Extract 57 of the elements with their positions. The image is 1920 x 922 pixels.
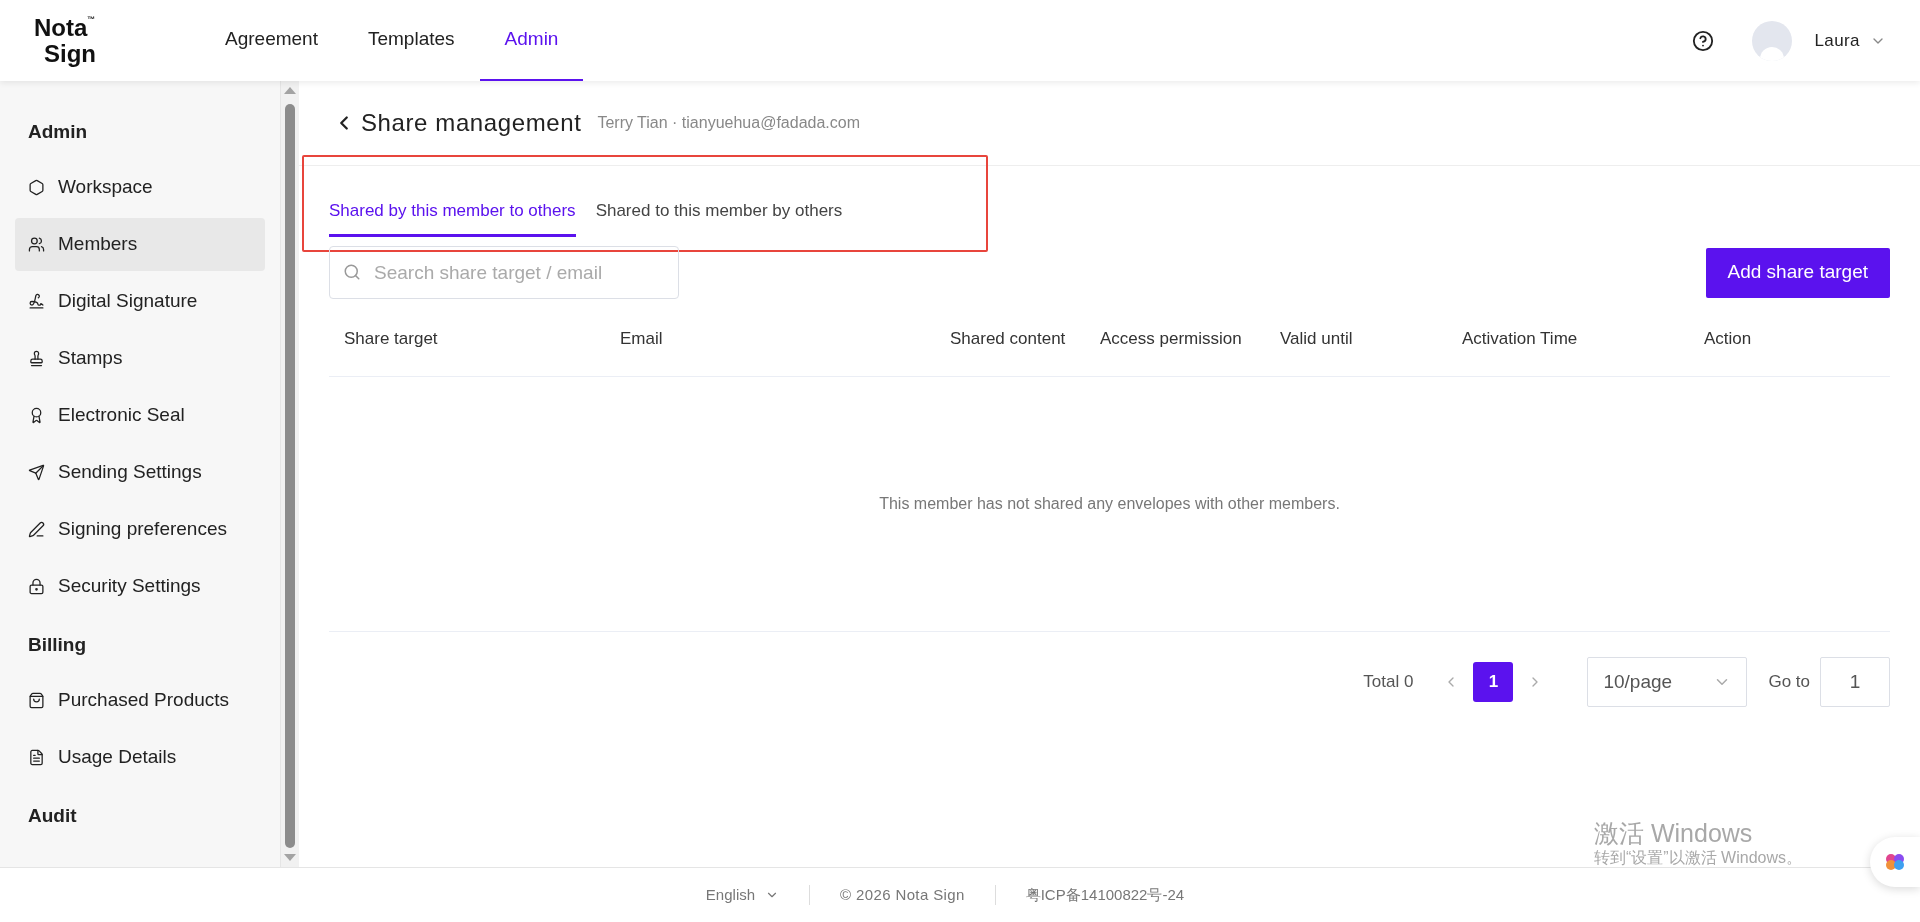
section-title: Billing: [27, 633, 88, 658]
page-subtitle: Terry Tian · tianyuehua@fadada.com: [597, 113, 860, 133]
paper-plane-icon: [28, 464, 45, 481]
help-icon[interactable]: [1692, 29, 1715, 52]
column-header: Share target: [344, 327, 439, 350]
document-icon: [28, 749, 45, 766]
add-share-target-button[interactable]: Add share target: [1705, 247, 1890, 298]
assistant-button[interactable]: [1870, 837, 1920, 887]
tab[interactable]: Shared to this member by others: [595, 192, 843, 237]
sidebar-item[interactable]: Members: [15, 218, 265, 271]
page-title: Share management: [361, 108, 582, 138]
column-header: Valid until: [1280, 327, 1354, 350]
goto-page-field[interactable]: 1: [1820, 657, 1890, 707]
sidebar-item[interactable]: Electronic Seal: [15, 389, 265, 442]
logo-text[interactable]: Nota: [34, 14, 88, 41]
section-title: Admin: [27, 120, 89, 145]
lock-icon: [28, 578, 45, 595]
copyright: © 2026 Nota Sign: [839, 884, 966, 905]
activation-text: 转到“设置”以激活 Windows。: [1594, 848, 1802, 868]
logo-text[interactable]: Sign: [34, 40, 96, 67]
activation-title: 激活 Windows: [1594, 818, 1754, 848]
sidebar-item[interactable]: Usage Details: [15, 731, 265, 784]
user-name[interactable]: Laura: [1814, 27, 1860, 54]
page-size-select[interactable]: 10/page: [1587, 657, 1748, 707]
column-header: Email: [620, 327, 664, 350]
people-icon: [28, 236, 45, 253]
sidebar-item[interactable]: Signing preferences: [15, 503, 265, 556]
bag-icon: [28, 692, 45, 709]
nav-tab[interactable]: Templates: [342, 0, 480, 81]
signature-icon: [28, 293, 45, 310]
sidebar-item[interactable]: Digital Signature: [15, 275, 265, 328]
scrollbar[interactable]: [280, 81, 299, 867]
tab[interactable]: Shared by this member to others: [329, 192, 576, 237]
search-field[interactable]: Search share target / email: [329, 246, 679, 299]
trademark-mark: ™: [87, 14, 96, 24]
sidebar-item[interactable]: Stamps: [15, 332, 265, 385]
column-header: Activation Time: [1462, 327, 1579, 350]
sidebar-item[interactable]: Workspace: [15, 161, 265, 214]
language-select[interactable]: English: [705, 883, 810, 907]
empty-message: This member has not shared any envelopes with other members.: [879, 494, 1340, 514]
pen-icon: [28, 521, 45, 538]
sidebar-item[interactable]: Sending Settings: [15, 446, 265, 499]
nav-tab[interactable]: Agreement: [200, 0, 343, 81]
nav-tab[interactable]: Admin: [479, 0, 584, 81]
total-count: Total 0: [1363, 671, 1414, 694]
column-header: Action: [1704, 327, 1753, 350]
search-icon: [343, 263, 361, 281]
stamp-icon: [28, 350, 45, 367]
section-title: Audit: [27, 804, 78, 829]
page-number[interactable]: 1: [1473, 662, 1514, 702]
column-header: Access permission: [1100, 327, 1243, 350]
column-header: Shared content: [950, 327, 1067, 350]
sidebar-item[interactable]: Purchased Products: [15, 674, 265, 727]
sidebar-item[interactable]: Security Settings: [15, 560, 265, 613]
goto-label: Go to: [1768, 671, 1810, 694]
icp-number[interactable]: 粤ICP备14100822号-24: [995, 883, 1215, 907]
hexagon-icon: [28, 179, 45, 196]
